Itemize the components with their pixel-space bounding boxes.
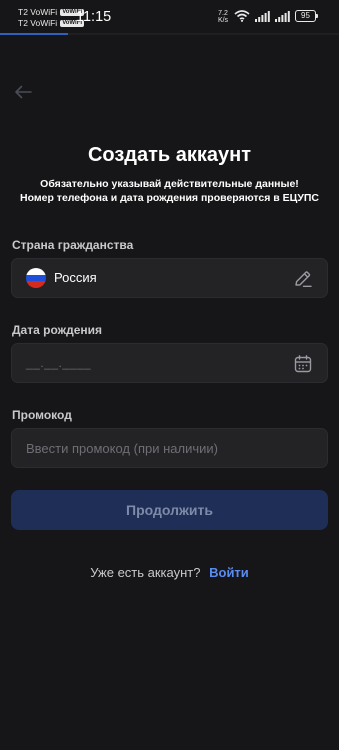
promo-input[interactable] [12,429,327,467]
arrow-left-icon [15,85,32,99]
network-speed-unit: K/s [217,17,229,24]
status-icons: 95 [234,10,318,22]
top-progress-track [0,33,339,35]
citizenship-field[interactable]: Россия [11,258,328,298]
promo-field [11,428,328,468]
network-speed: 7.2 K/s [216,10,230,24]
birth-date-label: Дата рождения [12,323,103,337]
clock: 11:15 [76,9,112,25]
battery-indicator: 95 [295,10,318,22]
subtitle-line-2: Номер телефона и дата рождения проверяют… [20,192,319,204]
citizenship-label: Страна гражданства [12,238,134,252]
page-subtitle: Обязательно указывай действительные данн… [0,177,339,205]
citizenship-value: Россия [54,270,97,285]
login-link[interactable]: Войти [209,565,249,580]
birth-date-mask: __.__.____ [26,356,92,370]
calendar-icon[interactable] [293,354,313,374]
signal-2-icon [275,10,290,22]
carrier-2-name: T2 VoWiFi [18,18,58,28]
continue-button[interactable]: Продолжить [11,490,328,530]
carrier-1-name: T2 VoWiFi [18,7,58,17]
carrier-2: T2 VoWiFi VoWiFi [18,18,85,28]
pencil-icon[interactable] [293,269,313,289]
network-speed-value: 7.2 [218,10,228,17]
back-button[interactable] [12,82,34,102]
birth-date-field[interactable]: __.__.____ [11,343,328,383]
promo-label: Промокод [12,408,72,422]
login-row: Уже есть аккаунт? Войти [0,565,339,580]
status-bar: T2 VoWiFi VoWiFi T2 VoWiFi VoWiFi 11:15 … [0,0,339,34]
signal-1-icon [255,10,270,22]
subtitle-line-1: Обязательно указывай действительные данн… [40,178,299,190]
russia-flag-icon [26,268,46,288]
carrier-1: T2 VoWiFi VoWiFi [18,7,85,17]
wifi-icon [234,10,250,22]
login-question: Уже есть аккаунт? [90,565,201,580]
page-title: Создать аккаунт [87,144,252,166]
top-progress-fill [0,33,68,35]
